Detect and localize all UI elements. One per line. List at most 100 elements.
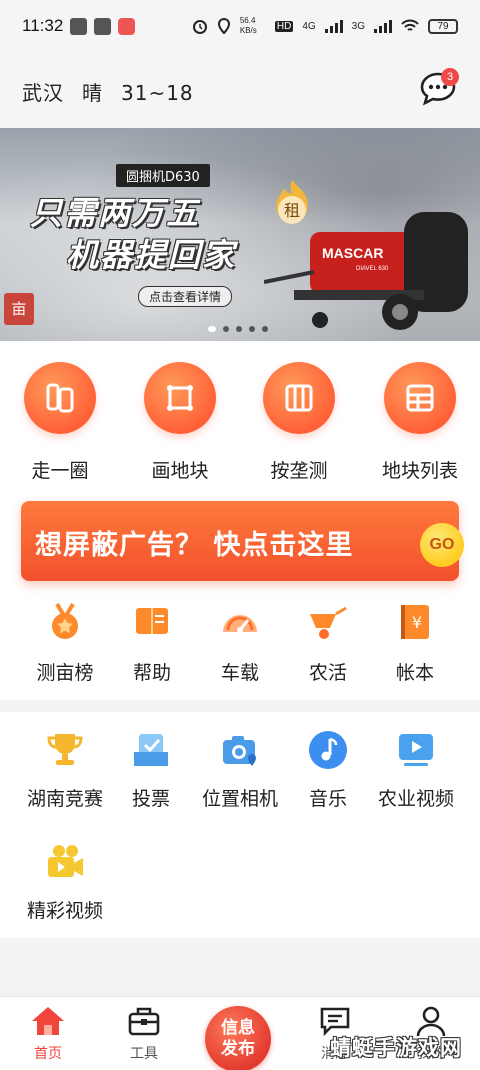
location-camera-icon xyxy=(220,730,260,770)
tool-label: 走一圈 xyxy=(31,460,89,482)
tool-walk-measure[interactable]: 走一圈 xyxy=(15,362,105,483)
site-watermark: 蜻蜓手游戏网 xyxy=(330,1036,462,1060)
tool-ranking[interactable]: 测亩榜 xyxy=(20,602,110,685)
ledger-icon: ¥ xyxy=(395,602,435,642)
tool-ridge-measure[interactable]: 按垄测 xyxy=(254,362,344,483)
wifi-icon xyxy=(401,19,419,31)
network-speed: 56.4 KB/s xyxy=(239,16,257,35)
banner-dot-4[interactable] xyxy=(249,326,255,332)
banner-headline-line2: 机器提回家 xyxy=(66,236,237,274)
tool-label: 精彩视频 xyxy=(26,900,103,922)
video-camera-icon xyxy=(45,842,85,882)
location-icon xyxy=(217,18,230,34)
tool-agri-video[interactable]: 农业视频 xyxy=(370,730,462,811)
app-notification-icon xyxy=(70,18,87,35)
status-bar: 11:32 56.4 KB/s HD 4G 3G 79 xyxy=(0,0,480,52)
go-button[interactable]: GO xyxy=(420,523,464,567)
publish-label-line1: 信息 xyxy=(221,1018,255,1038)
tool-draw-plot[interactable]: 画地块 xyxy=(135,362,225,483)
tool-label: 测亩榜 xyxy=(36,662,94,684)
notification-icons xyxy=(70,18,135,35)
banner-dot-3[interactable] xyxy=(236,326,242,332)
shop-notification-icon xyxy=(118,18,135,35)
tool-vote[interactable]: 投票 xyxy=(106,730,196,811)
tool-label: 车载 xyxy=(220,662,259,684)
tool-hunan-contest[interactable]: 湖南竞赛 xyxy=(20,730,110,811)
nav-tools-label: 工具 xyxy=(130,1046,158,1062)
signal-4g-icon xyxy=(324,19,343,33)
remove-ads-text: 想屏蔽广告？ 快点击这里 xyxy=(35,530,354,561)
promo-banner[interactable]: 圆捆机D630 只需两万五 机器提回家 点击查看详情 租 MASCAR DIAV… xyxy=(0,128,480,341)
status-indicators: 56.4 KB/s HD 4G 3G 79 xyxy=(192,16,458,36)
walk-measure-icon xyxy=(24,362,96,434)
medal-icon xyxy=(45,602,85,642)
city-name: 武汉 xyxy=(22,81,64,105)
speedometer-icon xyxy=(220,602,260,642)
network-3g-label: 3G xyxy=(351,20,365,32)
ridge-measure-icon xyxy=(263,362,335,434)
tool-location-camera[interactable]: 位置相机 xyxy=(192,730,288,811)
baler-machine-image: 租 MASCAR DIAVEL 630 xyxy=(264,180,468,330)
trophy-icon xyxy=(45,730,85,770)
tool-label: 音乐 xyxy=(308,788,347,810)
mu-tag: 亩 xyxy=(4,293,34,325)
tool-label: 湖南竞赛 xyxy=(26,788,103,810)
header: 武汉晴 31~18 3 xyxy=(0,52,480,128)
publish-label-line2: 发布 xyxy=(221,1039,255,1059)
tool-label: 帐本 xyxy=(395,662,434,684)
vote-icon xyxy=(131,730,171,770)
banner-detail-link[interactable]: 点击查看详情 xyxy=(138,286,233,307)
tool-label: 农活 xyxy=(308,662,347,684)
tool-label: 农业视频 xyxy=(377,788,454,810)
banner-model-tag: 圆捆机D630 xyxy=(116,164,210,187)
svg-text:¥: ¥ xyxy=(412,613,422,632)
tool-vehicle[interactable]: 车载 xyxy=(195,602,285,685)
tool-plot-list[interactable]: 地块列表 xyxy=(375,362,465,483)
app-screen: 11:32 56.4 KB/s HD 4G 3G 79 武汉晴 31~18 3 … xyxy=(0,0,480,1070)
nav-home[interactable]: 首页 xyxy=(13,1005,83,1063)
wheelbarrow-icon xyxy=(308,602,348,642)
banner-dot-5[interactable] xyxy=(262,326,268,332)
status-time: 11:32 xyxy=(22,16,64,35)
hd-badge: HD xyxy=(274,20,294,32)
network-4g-label: 4G xyxy=(302,20,316,32)
tool-farmwork[interactable]: 农活 xyxy=(283,602,373,685)
tool-featured-video[interactable]: 精彩视频 xyxy=(20,842,110,923)
banner-pagination[interactable] xyxy=(208,326,268,332)
toolbox-icon xyxy=(128,1007,160,1036)
banner-dot-2[interactable] xyxy=(223,326,229,332)
machine-model: DIAVEL 630 xyxy=(356,266,389,272)
machine-brand: MASCAR xyxy=(322,245,383,261)
nav-home-label: 首页 xyxy=(34,1046,62,1062)
rent-tag: 租 xyxy=(284,201,300,220)
tool-help[interactable]: 帮助 xyxy=(107,602,197,685)
plot-list-icon xyxy=(384,362,456,434)
tool-label: 帮助 xyxy=(132,662,171,684)
draw-plot-icon xyxy=(144,362,216,434)
remove-ads-banner[interactable]: 想屏蔽广告？ 快点击这里 GO xyxy=(21,501,464,581)
tool-label: 地块列表 xyxy=(381,460,458,482)
signal-3g-icon xyxy=(374,19,392,33)
alarm-icon xyxy=(192,20,207,34)
battery-icon: 79 xyxy=(428,18,458,34)
tool-label: 位置相机 xyxy=(201,788,278,810)
nav-tools[interactable]: 工具 xyxy=(109,1005,179,1063)
banner-headline-line1: 只需两万五 xyxy=(30,194,201,232)
banner-dot-1[interactable] xyxy=(208,326,216,332)
tool-music[interactable]: 音乐 xyxy=(286,730,370,811)
weather-condition: 晴 xyxy=(82,81,103,105)
message-count-badge: 3 xyxy=(441,68,459,86)
wechat-icon xyxy=(94,18,111,35)
tool-label: 画地块 xyxy=(151,460,209,482)
video-play-icon xyxy=(396,730,436,770)
help-book-icon xyxy=(132,602,172,642)
home-icon xyxy=(32,1007,64,1035)
publish-info-button[interactable]: 信息 发布 xyxy=(205,1006,271,1070)
music-icon xyxy=(308,730,348,770)
temperature-range: 31~18 xyxy=(121,81,194,105)
tool-ledger[interactable]: ¥ 帐本 xyxy=(370,602,460,685)
banner-headline: 只需两万五 机器提回家 xyxy=(30,192,236,276)
weather-location[interactable]: 武汉晴 31~18 xyxy=(22,77,212,106)
tool-label: 按垄测 xyxy=(270,460,328,482)
tool-label: 投票 xyxy=(131,788,170,810)
